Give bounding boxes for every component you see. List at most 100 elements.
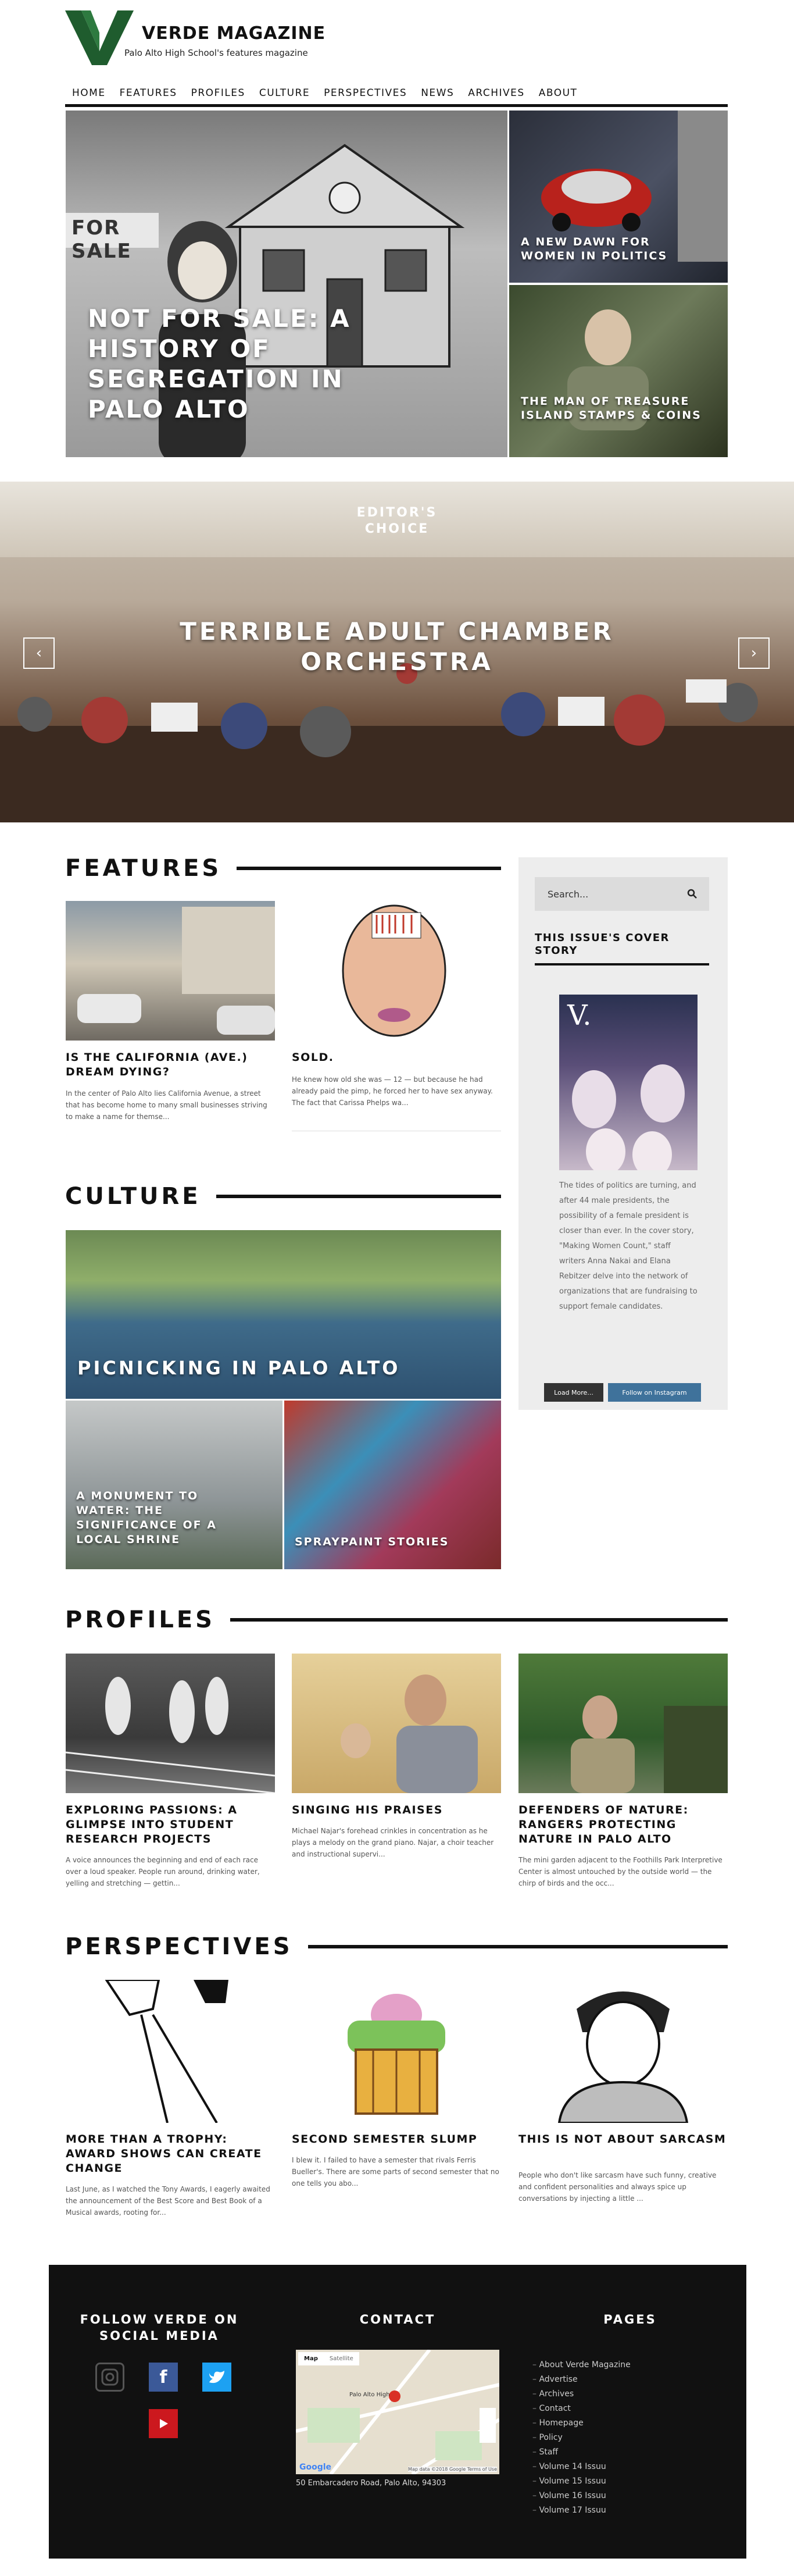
culture-main-title[interactable]: PICNICKING IN PALO ALTO (77, 1357, 400, 1379)
hero-side-story[interactable]: THE MAN OF TREASURE ISLAND STAMPS & COIN… (509, 285, 728, 457)
page-link[interactable]: Contact (532, 2402, 631, 2416)
feature-excerpt-1: In the center of Palo Alto lies Californ… (66, 1089, 267, 1121)
pages-list: About Verde Magazine Advertise Archives … (532, 2358, 631, 2518)
map-roads (296, 2350, 499, 2474)
main-nav: HOME FEATURES PROFILES CULTURE PERSPECTI… (65, 81, 728, 107)
perspective-title-2[interactable]: SECOND SEMESTER SLUMP (292, 2132, 501, 2147)
perspective-image-slump[interactable] (292, 1980, 501, 2123)
page-link[interactable]: Volume 14 Issuu (532, 2460, 631, 2474)
sidebar: Search... THIS ISSUE'S COVER STORY V. Th… (518, 857, 728, 1410)
nav-news[interactable]: NEWS (421, 87, 454, 99)
twitter-icon[interactable] (202, 2363, 231, 2392)
profile-title-1[interactable]: EXPLORING PASSIONS: A GLIMPSE INTO STUDE… (66, 1803, 275, 1847)
culture-story-monument[interactable]: A MONUMENT TO WATER: THE SIGNIFICANCE OF… (66, 1401, 282, 1569)
site-subtitle: Palo Alto High School's features magazin… (124, 48, 308, 58)
culture-title-1[interactable]: A MONUMENT TO WATER: THE SIGNIFICANCE OF… (76, 1489, 227, 1547)
features-heading[interactable]: FEATURES (65, 855, 221, 882)
follow-instagram-button[interactable]: Follow on Instagram (608, 1383, 701, 1402)
profile-image-singing[interactable] (292, 1654, 501, 1793)
page-link[interactable]: Advertise (532, 2372, 631, 2387)
profile-image-rangers[interactable] (518, 1654, 728, 1793)
page-link[interactable]: About Verde Magazine (532, 2358, 630, 2372)
profile-image-research[interactable] (66, 1654, 275, 1793)
cover-image[interactable]: V. (559, 995, 698, 1170)
page-link[interactable]: Homepage (532, 2416, 631, 2431)
page-link[interactable]: Staff (532, 2445, 631, 2460)
perspectives-heading[interactable]: PERSPECTIVES (65, 1933, 293, 1960)
perspective-title-1[interactable]: MORE THAN A TROPHY: AWARD SHOWS CAN CREA… (66, 2132, 275, 2176)
youtube-icon[interactable] (149, 2409, 178, 2438)
cover-story-text: The tides of politics are turning, and a… (559, 1181, 698, 1311)
face-illustration (342, 904, 446, 1037)
location-map[interactable]: Map Satellite Palo Alto High Google Map … (296, 2350, 499, 2474)
page-link[interactable]: Archives (532, 2387, 631, 2402)
hero-side-story[interactable]: A NEW DAWN FOR WOMEN IN POLITICS (509, 111, 728, 283)
site-title[interactable]: VERDE MAGAZINE (142, 23, 326, 44)
ranger-image (571, 1695, 728, 1793)
profile-title-2[interactable]: SINGING HIS PRAISES (292, 1803, 501, 1818)
nav-profiles[interactable]: PROFILES (191, 87, 245, 99)
slider-prev-button[interactable]: ‹ (23, 637, 55, 669)
culture-story-spraypaint[interactable]: SPRAYPAINT STORIES (284, 1401, 501, 1569)
runners-image (66, 1677, 275, 1793)
page-link[interactable]: Policy (532, 2431, 631, 2445)
nav-perspectives[interactable]: PERSPECTIVES (324, 87, 407, 99)
slider-next-button[interactable]: › (738, 637, 770, 669)
social-heading: FOLLOW VERDE ON SOCIAL MEDIA (80, 2313, 239, 2343)
culture-title-2[interactable]: SPRAYPAINT STORIES (295, 1535, 449, 1548)
map-tab-satellite[interactable]: Satellite (324, 2352, 359, 2365)
feature-title-2[interactable]: SOLD. (292, 1050, 501, 1065)
profile-excerpt-3: The mini garden adjacent to the Foothill… (518, 1856, 723, 1887)
profile-excerpt-2: Michael Najar's forehead crinkles in con… (292, 1827, 494, 1858)
cover-illustration (572, 1064, 685, 1170)
editors-choice-label: EDITOR'S CHOICE (356, 505, 438, 536)
feature-title-1[interactable]: IS THE CALIFORNIA (AVE.) DREAM DYING? (66, 1050, 275, 1079)
editors-choice-slider: EDITOR'S CHOICE TERRIBLE ADULT CHAMBER O… (0, 482, 794, 822)
feature-image-sold[interactable] (292, 901, 501, 1041)
load-more-button[interactable]: Load More... (544, 1383, 603, 1402)
heading-rule (307, 1945, 728, 1948)
nav-archives[interactable]: ARCHIVES (468, 87, 524, 99)
page-link[interactable]: Volume 17 Issuu (532, 2503, 631, 2518)
profile-title-3[interactable]: DEFENDERS OF NATURE: RANGERS PROTECTING … (518, 1803, 728, 1847)
perspective-title-3[interactable]: THIS IS NOT ABOUT SARCASM (518, 2132, 728, 2147)
search-icon[interactable] (687, 889, 698, 899)
heading-rule (230, 1618, 728, 1622)
hero-side-title-2[interactable]: THE MAN OF TREASURE ISLAND STAMPS & COIN… (521, 394, 707, 422)
profile-excerpt-1: A voice announces the beginning and end … (66, 1856, 260, 1887)
hero-main-title[interactable]: NOT FOR SALE: A HISTORY OF SEGREGATION I… (88, 304, 413, 425)
hero-side-title-1[interactable]: A NEW DAWN FOR WOMEN IN POLITICS (521, 235, 707, 263)
profiles-heading[interactable]: PROFILES (65, 1606, 215, 1633)
page-link[interactable]: Volume 15 Issuu (532, 2474, 631, 2489)
perspective-image-sarcasm[interactable] (518, 1980, 728, 2123)
nav-about[interactable]: ABOUT (539, 87, 578, 99)
nav-home[interactable]: HOME (72, 87, 106, 99)
map-tab-map[interactable]: Map (298, 2352, 324, 2365)
site-logo[interactable] (65, 10, 134, 65)
culture-main-story[interactable]: PICNICKING IN PALO ALTO (66, 1230, 501, 1399)
perspective-image-trophy[interactable] (66, 1980, 275, 2123)
search-input[interactable]: Search... (535, 877, 709, 911)
culture-heading[interactable]: CULTURE (65, 1183, 201, 1210)
nav-culture[interactable]: CULTURE (259, 87, 310, 99)
street-image (77, 907, 275, 1035)
map-zoom-controls[interactable] (480, 2408, 496, 2443)
page-link[interactable]: Volume 16 Issuu (532, 2489, 631, 2503)
facebook-icon[interactable]: f (149, 2363, 178, 2392)
trophy-hands-illustration (105, 1980, 228, 2123)
heading-rule (216, 1195, 501, 1198)
hero-main-story[interactable]: FOR SALE NOT FOR SALE: A HISTORY OF SEGR… (66, 111, 507, 457)
profiles-section-heading: PROFILES (65, 1606, 728, 1633)
feature-image-california[interactable] (66, 901, 275, 1041)
map-type-toggle: Map Satellite (298, 2352, 359, 2365)
map-google-logo: Google (299, 2463, 332, 2472)
instagram-icon[interactable] (95, 2363, 124, 2392)
nav-features[interactable]: FEATURES (120, 87, 177, 99)
chair-illustration (348, 1994, 445, 2115)
pages-heading: PAGES (603, 2313, 657, 2326)
slide-title[interactable]: TERRIBLE ADULT CHAMBER ORCHESTRA (135, 617, 659, 677)
perspectives-section-heading: PERSPECTIVES (65, 1933, 728, 1960)
feature-excerpt-2: He knew how old she was — 12 — but becau… (292, 1075, 493, 1107)
map-pin-label: Palo Alto High (349, 2392, 390, 2398)
contact-heading: CONTACT (359, 2313, 436, 2326)
